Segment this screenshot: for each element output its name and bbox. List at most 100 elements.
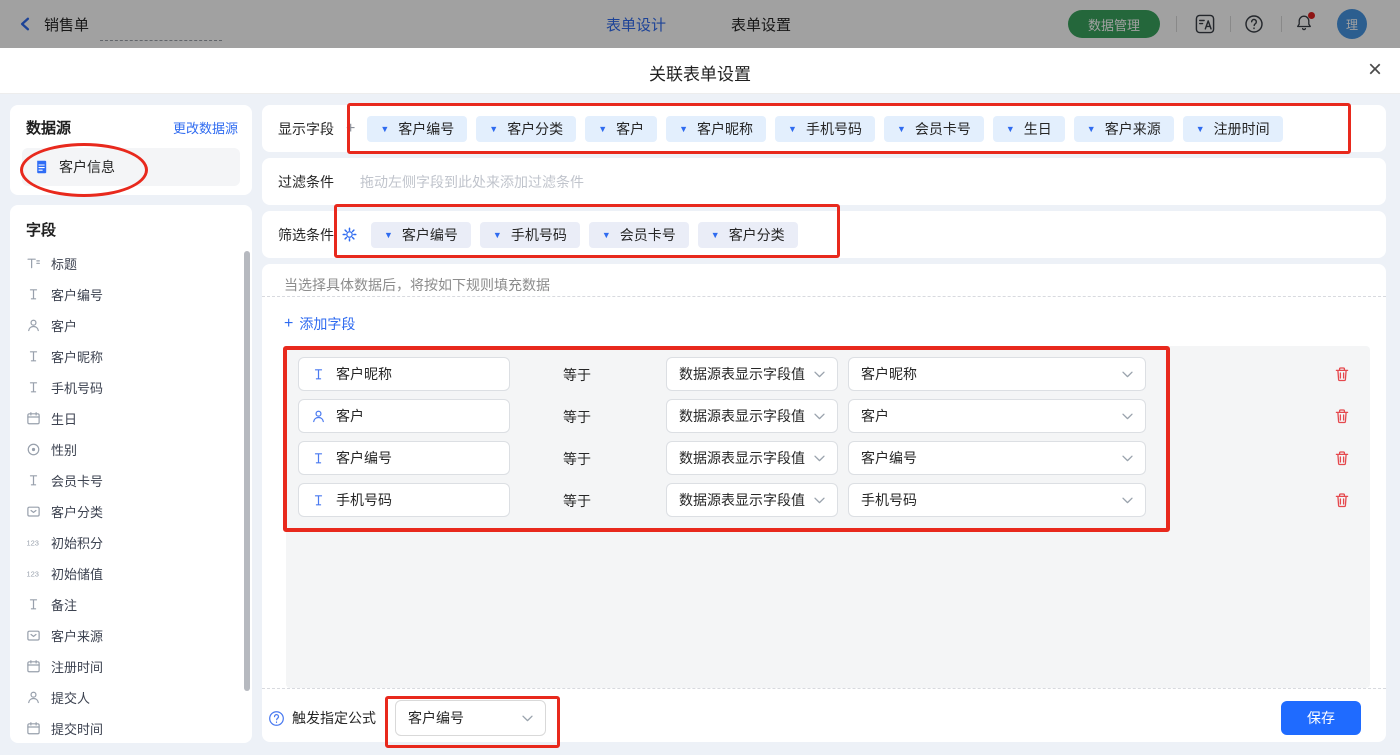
chevron-down-icon (814, 371, 825, 378)
data-manage-button[interactable]: 数据管理 (1068, 10, 1160, 38)
target-field-box[interactable]: 客户编号 (298, 441, 510, 475)
field-item[interactable]: 生日 (10, 403, 252, 434)
field-tag[interactable]: ▼客户昵称 (666, 116, 766, 142)
field-item[interactable]: 手机号码 (10, 372, 252, 403)
text-icon (26, 597, 41, 612)
field-item[interactable]: 备注 (10, 589, 252, 620)
field-item[interactable]: 123初始积分 (10, 527, 252, 558)
scrollbar-thumb[interactable] (244, 251, 250, 691)
field-tag[interactable]: ▼客户分类 (476, 116, 576, 142)
user-avatar[interactable]: 理 (1337, 9, 1367, 39)
trigger-formula-label-group: 触发指定公式 (268, 700, 376, 736)
tag-label: 客户 (616, 119, 644, 139)
target-field-box[interactable]: 手机号码 (298, 483, 510, 517)
tag-label: 客户昵称 (697, 119, 753, 139)
tag-label: 手机号码 (511, 225, 567, 245)
field-item[interactable]: 会员卡号 (10, 465, 252, 496)
source-type-select[interactable]: 数据源表显示字段值 (666, 399, 838, 433)
delete-icon[interactable] (1334, 408, 1350, 424)
gear-icon[interactable] (342, 227, 357, 242)
source-field-select[interactable]: 手机号码 (848, 483, 1146, 517)
chevron-down-icon (814, 497, 825, 504)
screening-tags: ▼ 客户编号 ▼手机号码 ▼会员卡号 ▼客户分类 (371, 222, 798, 248)
add-display-field-icon[interactable]: + (346, 120, 355, 138)
change-datasource-link[interactable]: 更改数据源 (173, 118, 238, 137)
delete-icon[interactable] (1334, 492, 1350, 508)
operator-label: 等于 (563, 407, 591, 427)
calendar-icon (26, 721, 41, 736)
fill-rules-panel: 客户昵称 等于 数据源表显示字段值 客户昵称 客户 等于 数据源表显示字段值 客… (286, 346, 1370, 688)
fields-panel: 字段 标题 客户编号 客户 客户昵称 手机号码 生日 性别 会员卡号 客户分类 … (10, 205, 252, 743)
text-icon (311, 493, 326, 508)
field-item[interactable]: 提交人 (10, 682, 252, 713)
dialog-header: 关联表单设置 × (0, 48, 1400, 94)
field-tag[interactable]: ▼客户分类 (698, 222, 798, 248)
field-tag[interactable]: ▼手机号码 (775, 116, 875, 142)
tab-form-design[interactable]: 表单设计 (606, 14, 666, 35)
filter-label: 过滤条件 (278, 172, 334, 192)
field-item[interactable]: 客户昵称 (10, 341, 252, 372)
field-item[interactable]: 客户编号 (10, 279, 252, 310)
help-icon[interactable] (1244, 14, 1264, 34)
target-field-box[interactable]: 客户昵称 (298, 357, 510, 391)
chevron-down-icon (814, 413, 825, 420)
filter-placeholder[interactable]: 拖动左侧字段到此处来添加过滤条件 (360, 172, 584, 192)
datasource-item[interactable]: 客户信息 (22, 148, 240, 186)
caret-down-icon: ▼ (1087, 124, 1096, 134)
tab-form-settings[interactable]: 表单设置 (731, 14, 791, 35)
field-tag[interactable]: ▼ 客户编号 (371, 222, 471, 248)
caret-down-icon: ▼ (897, 124, 906, 134)
field-item[interactable]: 客户来源 (10, 620, 252, 651)
operator-label: 等于 (563, 491, 591, 511)
field-item[interactable]: 性别 (10, 434, 252, 465)
field-tag[interactable]: ▼会员卡号 (589, 222, 689, 248)
number-icon: 123 (26, 535, 41, 550)
fill-rules-card: 当选择具体数据后，将按如下规则填充数据 + 添加字段 客户昵称 等于 数据源表显… (262, 264, 1386, 742)
delete-icon[interactable] (1334, 450, 1350, 466)
source-field-select[interactable]: 客户 (848, 399, 1146, 433)
question-circle-icon[interactable] (268, 710, 285, 727)
select-icon (26, 628, 41, 643)
target-field-box[interactable]: 客户 (298, 399, 510, 433)
field-label: 备注 (51, 595, 77, 614)
field-item[interactable]: 客户 (10, 310, 252, 341)
field-item[interactable]: 标题 (10, 248, 252, 279)
field-tag[interactable]: ▼客户编号 (367, 116, 467, 142)
source-field-select[interactable]: 客户编号 (848, 441, 1146, 475)
field-tag[interactable]: ▼生日 (993, 116, 1065, 142)
top-navbar: 销售单 表单设计 表单设置 数据管理 理 (0, 0, 1400, 48)
field-item[interactable]: 注册时间 (10, 651, 252, 682)
field-tag[interactable]: ▼客户来源 (1074, 116, 1174, 142)
field-label: 客户编号 (336, 448, 392, 468)
source-type-select[interactable]: 数据源表显示字段值 (666, 483, 838, 517)
language-icon[interactable] (1194, 13, 1216, 35)
field-tag[interactable]: ▼注册时间 (1183, 116, 1283, 142)
close-icon[interactable]: × (1368, 55, 1382, 85)
field-tag[interactable]: ▼手机号码 (480, 222, 580, 248)
fill-rule-row: 客户昵称 等于 数据源表显示字段值 客户昵称 (286, 357, 1370, 391)
source-type-select[interactable]: 数据源表显示字段值 (666, 357, 838, 391)
field-tag[interactable]: ▼客户 (585, 116, 657, 142)
text-icon (311, 451, 326, 466)
text-icon (26, 287, 41, 302)
field-item[interactable]: 123初始储值 (10, 558, 252, 589)
field-label: 客户编号 (51, 285, 103, 304)
divider (1230, 16, 1231, 32)
save-button[interactable]: 保存 (1281, 701, 1361, 735)
caret-down-icon: ▼ (384, 230, 393, 240)
delete-icon[interactable] (1334, 366, 1350, 382)
field-tag[interactable]: ▼会员卡号 (884, 116, 984, 142)
tag-label: 客户编号 (402, 225, 458, 245)
field-label: 客户 (51, 316, 77, 335)
display-fields-label: 显示字段 (278, 119, 334, 139)
field-label: 客户昵称 (51, 347, 103, 366)
number-icon: 123 (26, 566, 41, 581)
source-type-select[interactable]: 数据源表显示字段值 (666, 441, 838, 475)
source-field-select[interactable]: 客户昵称 (848, 357, 1146, 391)
field-item[interactable]: 客户分类 (10, 496, 252, 527)
back-icon[interactable] (18, 16, 32, 32)
field-item[interactable]: 提交时间 (10, 713, 252, 743)
trigger-formula-select[interactable]: 客户编号 (395, 700, 546, 736)
add-field-button[interactable]: + 添加字段 (284, 314, 355, 334)
select-value: 手机号码 (861, 490, 917, 510)
